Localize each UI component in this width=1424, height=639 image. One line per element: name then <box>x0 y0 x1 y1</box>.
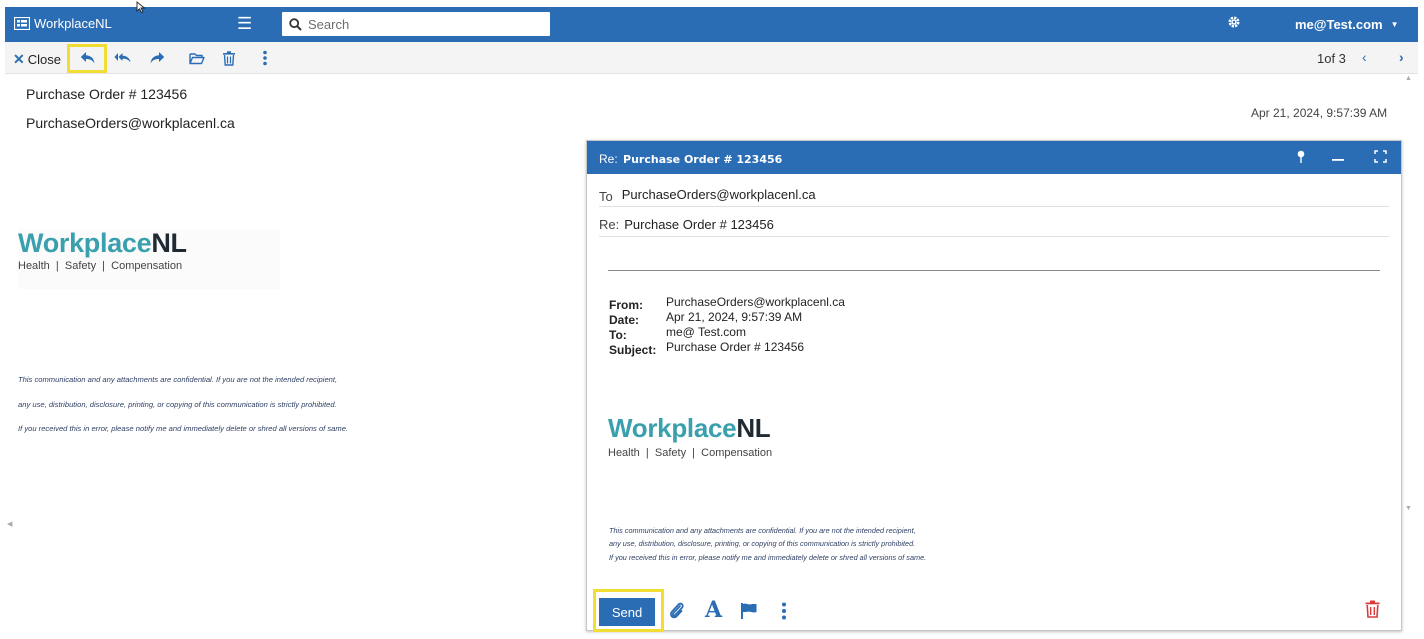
compose-footer: Send A <box>587 592 1403 632</box>
close-icon: ✕ <box>13 51 25 67</box>
settings-gear-icon[interactable] <box>1227 15 1241 34</box>
quote-divider <box>608 270 1380 271</box>
search-box[interactable] <box>282 12 550 36</box>
minimize-icon[interactable] <box>1331 148 1345 165</box>
logo-word-workplace: Workplace <box>18 228 152 258</box>
app-brand[interactable]: WorkplaceNL <box>14 16 112 31</box>
message-sender: PurchaseOrders@workplacenl.ca <box>26 115 235 131</box>
quote-to-value: me@ Test.com <box>666 325 746 339</box>
user-email: me@Test.com <box>1295 17 1383 32</box>
message-date: Apr 21, 2024, 9:57:39 AM <box>1251 106 1388 120</box>
to-label: To <box>599 188 613 204</box>
quote-subject-value: Purchase Order # 123456 <box>666 340 805 354</box>
forward-icon[interactable] <box>148 49 166 67</box>
reply-compose-window: Re: Purchase Order # 123456 To Re: From:… <box>586 140 1402 631</box>
compose-disclaimer-line: any use, distribution, disclosure, print… <box>609 539 916 548</box>
compose-title: Re: Purchase Order # 123456 <box>599 152 782 166</box>
folder-icon[interactable] <box>188 49 206 67</box>
discard-trash-icon[interactable] <box>1365 600 1380 623</box>
quote-date-label: Date: <box>609 313 640 327</box>
collapse-left-icon[interactable]: ◀ <box>7 520 12 528</box>
compose-workplacenl-logo: WorkplaceNL Health | Safety | Compensati… <box>608 414 772 459</box>
more-vertical-icon[interactable] <box>256 49 274 67</box>
search-input[interactable] <box>308 16 528 32</box>
app-brand-label: WorkplaceNL <box>34 16 112 31</box>
pager-count: 1of 3 <box>1317 51 1346 66</box>
subject-input[interactable] <box>624 217 1325 232</box>
scroll-up-icon[interactable]: ▲ <box>1405 75 1412 82</box>
disclaimer-line: any use, distribution, disclosure, print… <box>18 400 337 409</box>
quote-date-value: Apr 21, 2024, 9:57:39 AM <box>666 310 803 324</box>
close-button[interactable]: ✕ Close <box>13 51 61 68</box>
compose-title-subject: Purchase Order # 123456 <box>623 153 783 166</box>
compose-disclaimer-line: This communication and any attachments a… <box>609 526 916 535</box>
quote-from-label: From: <box>609 298 643 312</box>
disclaimer-line: This communication and any attachments a… <box>18 375 338 384</box>
quote-subject-label: Subject: <box>609 343 657 357</box>
next-message-button[interactable]: › <box>1399 49 1404 65</box>
previous-message-button[interactable]: ‹ <box>1362 49 1367 65</box>
quote-from-value: PurchaseOrders@workplacenl.ca <box>666 295 845 309</box>
logo-word-nl: NL <box>151 228 187 258</box>
paperclip-icon[interactable] <box>669 602 685 620</box>
user-menu[interactable]: me@Test.com ▼ <box>1295 17 1399 32</box>
compose-title-prefix: Re: <box>599 152 618 166</box>
to-input[interactable] <box>621 187 1322 202</box>
trash-icon[interactable] <box>220 49 238 67</box>
reply-all-icon[interactable] <box>114 49 132 67</box>
disclaimer-line: If you received this in error, please no… <box>18 424 349 433</box>
message-toolbar: ✕ Close 1of 3 ‹ › <box>5 42 1418 74</box>
reply-highlight-box <box>67 44 107 73</box>
logo-tagline: Health | Safety | Compensation <box>608 447 773 459</box>
top-bar: WorkplaceNL ☰ me@Test.com ▼ <box>5 7 1418 42</box>
menu-icon[interactable]: ☰ <box>237 15 252 32</box>
close-label: Close <box>27 52 61 67</box>
app-grid-icon <box>14 17 30 30</box>
logo-tagline: Health | Safety | Compensation <box>18 260 183 272</box>
mouse-cursor-icon <box>136 0 146 18</box>
logo-word-nl: NL <box>736 413 771 443</box>
maximize-icon[interactable] <box>1374 150 1387 168</box>
send-highlight-box <box>593 589 664 632</box>
subject-label: Re: <box>599 217 620 232</box>
search-icon <box>289 17 302 31</box>
quoted-header: From: PurchaseOrders@workplacenl.ca Date… <box>609 292 845 356</box>
compose-disclaimer-line: If you received this in error, please no… <box>609 553 927 562</box>
to-field: To <box>599 183 1389 207</box>
logo-word-workplace: Workplace <box>608 413 737 443</box>
font-format-icon[interactable]: A <box>705 597 722 623</box>
quote-to-label: To: <box>609 328 627 342</box>
pin-icon[interactable] <box>1296 150 1306 169</box>
message-subject: Purchase Order # 123456 <box>26 86 188 102</box>
workplacenl-logo: WorkplaceNL Health | Safety | Compensati… <box>18 229 280 289</box>
subject-field: Re: <box>599 213 1389 237</box>
compose-header: Re: Purchase Order # 123456 <box>587 141 1401 174</box>
chevron-down-icon: ▼ <box>1390 20 1399 29</box>
more-vertical-icon[interactable] <box>781 602 787 620</box>
flag-icon[interactable] <box>740 602 758 620</box>
scroll-down-icon[interactable]: ▼ <box>1405 505 1412 512</box>
